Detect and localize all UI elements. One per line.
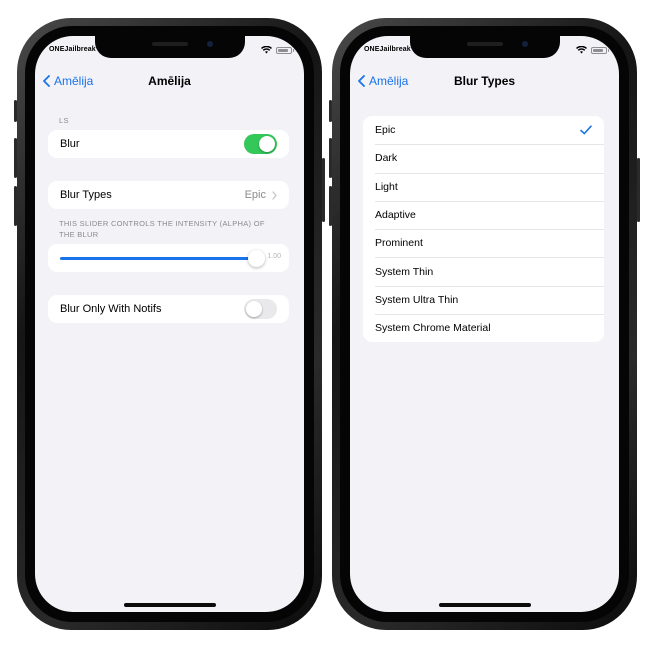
checkmark-icon — [580, 125, 592, 135]
blur-type-label: Light — [375, 180, 398, 193]
blur-type-option[interactable]: Adaptive — [363, 200, 604, 229]
slider-thumb[interactable] — [248, 250, 265, 267]
blur-group: Blur — [48, 130, 289, 158]
blur-type-label: Dark — [375, 152, 398, 165]
front-camera — [206, 41, 213, 47]
blur-types-current: Epic — [244, 189, 266, 201]
battery-icon — [276, 46, 294, 54]
phone-frame-left: ONEJailbreak Amēlija Amēlija LS Blur Blu… — [14, 18, 325, 630]
blur-type-option[interactable]: Dark — [363, 144, 604, 172]
blur-label: Blur — [60, 138, 80, 150]
blur-types-value: Epic — [245, 189, 277, 201]
blur-type-label: Epic — [375, 124, 396, 137]
slider-fill — [60, 257, 257, 260]
blur-type-option[interactable]: Light — [363, 172, 604, 201]
status-icons — [261, 46, 294, 54]
screenshot-stage: ONEJailbreak Amēlija Amēlija LS Blur Blu… — [0, 0, 650, 650]
notch — [94, 36, 245, 58]
power-button — [322, 158, 325, 222]
notifs-toggle[interactable] — [244, 299, 277, 319]
page-title: Amēlija — [148, 74, 191, 88]
volume-down-button — [329, 186, 332, 226]
section-header-ls: LS — [59, 116, 69, 125]
screen-right: ONEJailbreak Amēlija Blur Types Epic Dar… — [350, 36, 619, 612]
slider-value: 1.00 — [267, 253, 281, 260]
front-camera — [521, 41, 528, 47]
status-carrier: ONEJailbreak — [49, 46, 96, 53]
blur-types-group: Blur Types Epic — [48, 181, 289, 209]
status-icons — [576, 46, 609, 54]
blur-type-label: Prominent — [375, 237, 423, 250]
phone-frame-right: ONEJailbreak Amēlija Blur Types Epic Dar… — [329, 18, 640, 630]
slider-track — [60, 250, 265, 267]
notifs-row: Blur Only With Notifs — [48, 295, 289, 323]
home-indicator — [123, 603, 216, 607]
intensity-slider[interactable]: 1.00 — [48, 244, 289, 272]
blur-type-option[interactable]: System Thin — [363, 257, 604, 285]
blur-types-label: Blur Types — [60, 189, 112, 201]
chevron-right-icon — [272, 190, 277, 200]
screen-left: ONEJailbreak Amēlija Amēlija LS Blur Blu… — [35, 36, 304, 612]
toggle-knob — [259, 136, 275, 152]
page-title: Blur Types — [453, 74, 516, 88]
blur-type-option[interactable]: Epic — [363, 116, 604, 144]
blur-types-row[interactable]: Blur Types Epic — [48, 181, 289, 209]
silent-switch — [329, 100, 332, 122]
slider-note: This slider controls the intensity (alph… — [59, 219, 265, 239]
blur-type-label: System Chrome Material — [375, 322, 491, 335]
blur-row: Blur — [48, 130, 289, 158]
battery-icon — [591, 46, 609, 54]
home-indicator — [438, 603, 531, 607]
toggle-knob — [246, 301, 262, 317]
blur-type-option[interactable]: System Chrome Material — [363, 314, 604, 342]
nav-bar: Amēlija Blur Types — [350, 70, 619, 96]
volume-up-button — [329, 138, 332, 178]
blur-types-list: Epic Dark Light Adaptive Prominent System Thi… — [363, 116, 604, 343]
power-button — [637, 158, 640, 222]
notifs-label: Blur Only With Notifs — [60, 303, 162, 315]
volume-down-button — [14, 186, 17, 226]
wifi-icon — [261, 46, 272, 54]
status-carrier: ONEJailbreak — [364, 46, 411, 53]
blur-type-option[interactable]: Prominent — [363, 229, 604, 257]
nav-bar: Amēlija Amēlija — [35, 70, 304, 96]
volume-up-button — [14, 138, 17, 178]
notifs-group: Blur Only With Notifs — [48, 295, 289, 323]
blur-type-label: Adaptive — [375, 209, 416, 222]
wifi-icon — [576, 46, 587, 54]
slider-group: 1.00 — [48, 244, 289, 272]
speaker — [466, 42, 503, 46]
notch — [409, 36, 560, 58]
blur-toggle[interactable] — [244, 134, 277, 154]
blur-type-label: System Ultra Thin — [375, 293, 459, 306]
speaker — [151, 42, 188, 46]
blur-type-label: System Thin — [375, 265, 434, 278]
silent-switch — [14, 100, 17, 122]
blur-type-option[interactable]: System Ultra Thin — [363, 285, 604, 314]
